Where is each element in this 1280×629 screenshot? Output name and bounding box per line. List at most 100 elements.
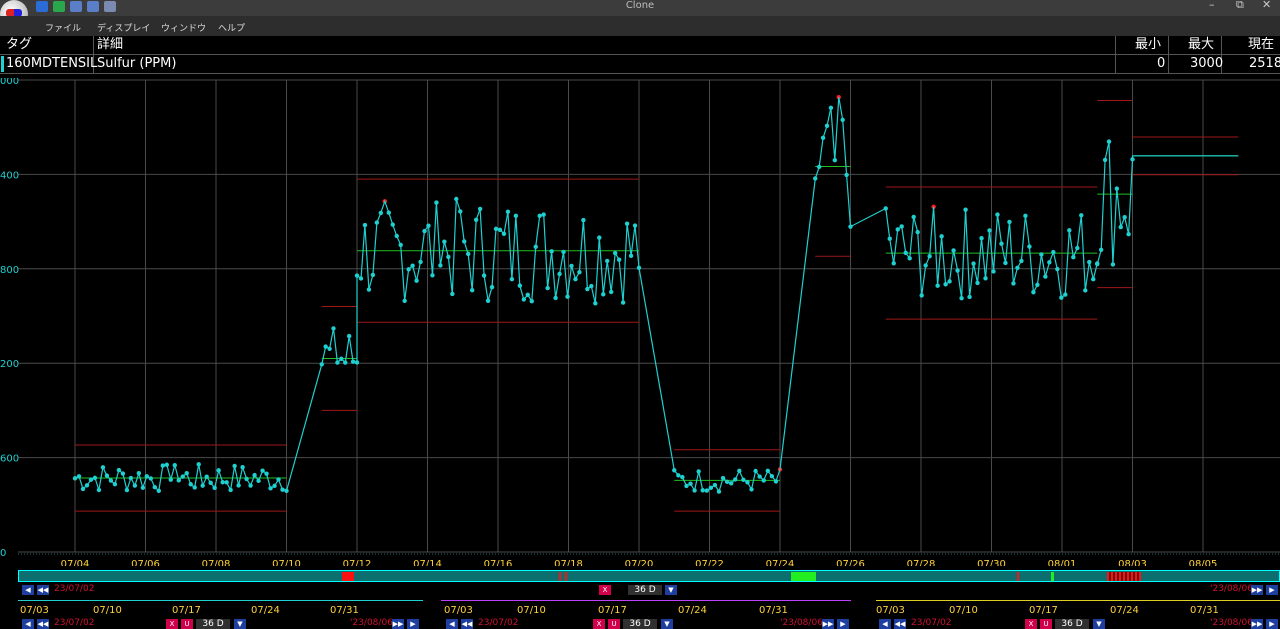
strip-selection-marker[interactable] xyxy=(1051,572,1054,581)
row-detail[interactable]: Sulfur (PPM) xyxy=(97,56,176,72)
quick-save-icon[interactable] xyxy=(70,1,82,12)
x-tick-label: 07/14 xyxy=(413,559,442,566)
x-tick-label: 08/03 xyxy=(1118,559,1147,566)
x-button[interactable]: X xyxy=(166,619,178,629)
strip-alarm-marker xyxy=(1017,572,1019,581)
u-button[interactable]: U xyxy=(181,619,193,629)
strip-tick-label: 07/24 xyxy=(251,605,280,616)
header-tag: タグ xyxy=(6,37,33,52)
u-button[interactable]: U xyxy=(1040,619,1052,629)
x-tick-label: 07/26 xyxy=(836,559,865,566)
quick-open-icon[interactable] xyxy=(36,1,48,12)
nav-last-button[interactable]: ▶▶ xyxy=(392,619,404,629)
nav-first-button[interactable]: ◀◀ xyxy=(894,619,906,629)
row-current: 2518 xyxy=(1249,56,1280,71)
row-selected-marker xyxy=(1,56,4,72)
nav-next-button[interactable]: ▶ xyxy=(837,619,849,629)
nav-next-button[interactable]: ▶ xyxy=(1266,619,1278,629)
duration-dropdown-button[interactable]: ▼ xyxy=(234,619,246,629)
x-button[interactable]: X xyxy=(593,619,605,629)
range-end-date: '23/08/06 xyxy=(1210,584,1253,594)
quick-edit-icon[interactable] xyxy=(53,1,65,12)
nav-prev-button[interactable]: ◀ xyxy=(879,619,891,629)
y-tick-label: 0 xyxy=(0,548,6,559)
strip-alarm-marker xyxy=(1107,572,1141,581)
strip-tick-label: 07/03 xyxy=(20,605,49,616)
x-tick-label: 07/24 xyxy=(766,559,795,566)
close-icon[interactable]: ✕ xyxy=(1262,0,1271,11)
nav-last-button[interactable]: ▶▶ xyxy=(822,619,834,629)
duration-dropdown-button[interactable]: ▼ xyxy=(661,619,673,629)
strip-tick-label: 07/24 xyxy=(1110,605,1139,616)
sub-trend-divider xyxy=(18,600,423,601)
nav-last-button[interactable]: ▶▶ xyxy=(1251,585,1263,595)
duration-dropdown-button[interactable]: ▼ xyxy=(1093,619,1105,629)
strip-tick-label: 07/17 xyxy=(598,605,627,616)
strip-tick-label: 07/24 xyxy=(678,605,707,616)
restore-icon[interactable]: ⧉ xyxy=(1236,0,1244,11)
y-tick-label: 800 xyxy=(0,265,19,276)
nav-next-button[interactable]: ▶ xyxy=(1266,585,1278,595)
nav-first-button[interactable]: ◀◀ xyxy=(461,619,473,629)
duration-field[interactable]: 36 D xyxy=(196,619,230,629)
x-tick-label: 07/28 xyxy=(907,559,936,566)
quick-save-as-icon[interactable] xyxy=(87,1,99,12)
menu-file[interactable]: ファイル xyxy=(45,21,81,34)
strip-tick-label: 07/31 xyxy=(759,605,788,616)
menu-display[interactable]: ディスプレイ xyxy=(97,21,150,34)
nav-first-button[interactable]: ◀◀ xyxy=(37,619,49,629)
nav-first-button[interactable]: ◀◀ xyxy=(37,585,49,595)
nav-last-button[interactable]: ▶▶ xyxy=(1251,619,1263,629)
nav-prev-button[interactable]: ◀ xyxy=(22,585,34,595)
sub-trend-divider xyxy=(876,600,1280,601)
strip-tick-label: 07/10 xyxy=(517,605,546,616)
x-tick-label: 07/22 xyxy=(695,559,724,566)
x-tick-label: 08/01 xyxy=(1048,559,1077,566)
menu-help[interactable]: ヘルプ xyxy=(218,21,245,34)
strip-tick-label: 07/17 xyxy=(172,605,201,616)
nav-next-button[interactable]: ▶ xyxy=(407,619,419,629)
nav-prev-button[interactable]: ◀ xyxy=(22,619,34,629)
x-tick-label: 07/18 xyxy=(554,559,583,566)
range-end-date: '23/08/06 xyxy=(780,618,823,628)
x-tick-label: 07/10 xyxy=(272,559,301,566)
header-current: 現在 xyxy=(1248,37,1275,52)
trend-overview-strip[interactable] xyxy=(18,570,1280,582)
x-tick-label: 08/05 xyxy=(1189,559,1218,566)
row-max: 3000 xyxy=(1190,56,1224,71)
tag-table: タグ 詳細 最小 最大 現在 160MDTENSIL Sulfur (PPM) … xyxy=(0,36,1280,74)
nav-prev-button[interactable]: ◀ xyxy=(446,619,458,629)
header-min: 最小 xyxy=(1135,37,1162,52)
minimize-icon[interactable]: – xyxy=(1209,0,1215,11)
x-tick-label: 07/08 xyxy=(202,559,231,566)
range-start-date: 23/07/02 xyxy=(54,584,95,594)
x-button[interactable]: X xyxy=(1025,619,1037,629)
strip-tick-label: 07/10 xyxy=(949,605,978,616)
duration-dropdown-button[interactable]: ▼ xyxy=(665,585,677,595)
x-tick-label: 07/30 xyxy=(977,559,1006,566)
menu-bar: ファイル ディスプレイ ウィンドウ ヘルプ xyxy=(0,16,1280,36)
range-start-date: 23/07/02 xyxy=(911,618,952,628)
strip-selection-marker[interactable] xyxy=(791,572,816,581)
strip-alarm-marker xyxy=(565,572,567,581)
strip-alarm-marker xyxy=(559,572,561,581)
chart-background xyxy=(0,78,1280,566)
u-button[interactable]: U xyxy=(608,619,620,629)
duration-field[interactable]: 36 D xyxy=(623,619,657,629)
x-tick-label: 07/04 xyxy=(61,559,90,566)
duration-field[interactable]: 36 D xyxy=(1055,619,1089,629)
duration-field[interactable]: 36 D xyxy=(628,585,662,595)
quick-print-icon[interactable] xyxy=(104,1,116,12)
menu-window[interactable]: ウィンドウ xyxy=(161,21,206,34)
row-tag[interactable]: 160MDTENSIL xyxy=(6,56,97,72)
x-tick-label: 07/20 xyxy=(625,559,654,566)
strip-tick-label: 07/31 xyxy=(1190,605,1219,616)
y-tick-label: 200 xyxy=(0,359,19,370)
x-tick-label: 07/16 xyxy=(484,559,513,566)
row-min: 0 xyxy=(1157,56,1166,71)
y-tick-label: 400 xyxy=(0,170,19,181)
x-button[interactable]: X xyxy=(599,585,611,595)
window-title: Clone xyxy=(625,0,655,11)
trend-chart[interactable]: 000 400 800 200 600 0 07/04 07/06 07/08 07/10 07/1… xyxy=(0,78,1280,566)
strip-alarm-marker xyxy=(342,572,354,581)
